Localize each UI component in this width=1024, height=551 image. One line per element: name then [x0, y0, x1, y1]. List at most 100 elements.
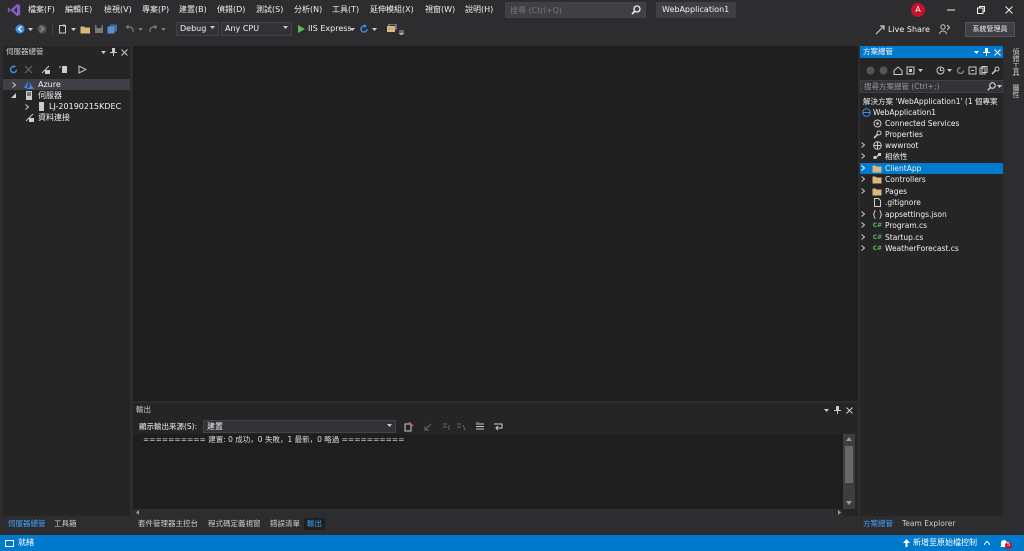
arrow-up-icon[interactable]	[902, 538, 910, 548]
collapse-all-icon[interactable]	[967, 65, 977, 75]
tab-properties[interactable]: 屬性	[1010, 84, 1020, 98]
chevron-expanded-icon[interactable]	[11, 93, 16, 98]
scroll-left-icon[interactable]	[135, 510, 139, 515]
dropdown-arrow-icon[interactable]	[70, 23, 76, 35]
pin-icon[interactable]	[982, 48, 990, 56]
chevron-right-icon[interactable]	[861, 142, 865, 148]
menu-view[interactable]: 檢視(V)	[104, 3, 132, 17]
pin-icon[interactable]	[109, 48, 117, 56]
search-icon[interactable]	[986, 82, 996, 91]
back-navigate-icon[interactable]	[14, 23, 26, 35]
solution-root-item[interactable]: 解決方案 'WebApplication1' (1 個專案	[860, 96, 1003, 107]
dropdown-arrow-icon[interactable]	[349, 23, 355, 35]
close-icon[interactable]	[993, 48, 1001, 56]
connect-azure-icon[interactable]	[77, 64, 87, 74]
dropdown-arrow-icon[interactable]	[946, 65, 952, 75]
dropdown-arrow-icon[interactable]	[917, 65, 923, 75]
tab-server-explorer[interactable]: 伺服器總管	[5, 518, 49, 530]
go-to-build-error-icon[interactable]	[403, 421, 414, 432]
solution-item-gitignore[interactable]: .gitignore	[860, 197, 1003, 208]
solution-item-properties[interactable]: Properties	[860, 129, 1003, 140]
solution-search-input[interactable]: 搜尋方案總管 (Ctrl+;)	[860, 80, 1003, 93]
sync-icon[interactable]	[955, 65, 965, 75]
scrollbar-thumb[interactable]	[845, 446, 853, 483]
new-project-icon[interactable]	[57, 23, 69, 35]
connect-database-icon[interactable]	[40, 64, 50, 74]
solution-item-appsettings[interactable]: appsettings.json	[860, 209, 1003, 220]
close-icon[interactable]	[845, 406, 853, 414]
menu-debug[interactable]: 偵錯(D)	[217, 3, 245, 17]
open-folder-icon[interactable]	[79, 23, 91, 35]
solution-item-startup-cs[interactable]: C# Startup.cs	[860, 232, 1003, 243]
chevron-right-icon[interactable]	[861, 234, 865, 240]
close-button[interactable]	[994, 0, 1024, 20]
next-message-icon[interactable]	[441, 421, 452, 432]
menu-project[interactable]: 專案(P)	[142, 3, 169, 17]
chevron-right-icon[interactable]	[861, 211, 865, 217]
tree-item-servers[interactable]: 伺服器	[3, 90, 130, 101]
dropdown-arrow-icon[interactable]	[27, 23, 33, 35]
show-all-files-icon[interactable]	[978, 65, 988, 75]
menu-file[interactable]: 檔案(F)	[28, 3, 55, 17]
chevron-up-icon[interactable]	[984, 540, 990, 546]
menu-extensions[interactable]: 延伸模組(X)	[370, 3, 414, 17]
solution-item-clientapp[interactable]: ClientApp	[860, 163, 1003, 174]
project-item[interactable]: WebApplication1	[860, 107, 1003, 118]
toolbar-overflow-icon[interactable]	[398, 28, 404, 36]
chevron-right-icon[interactable]	[861, 222, 865, 228]
forward-navigate-icon[interactable]	[36, 23, 48, 35]
dropdown-arrow-icon[interactable]	[823, 407, 829, 413]
solution-item-dependencies[interactable]: 相依性	[860, 151, 1003, 162]
chevron-right-icon[interactable]	[861, 245, 865, 251]
chevron-right-icon[interactable]	[11, 81, 16, 88]
back-icon[interactable]	[865, 65, 875, 75]
tab-code-definition-window[interactable]: 程式碼定義視窗	[205, 518, 264, 530]
scroll-down-icon[interactable]	[846, 501, 852, 505]
menu-window[interactable]: 視窗(W)	[425, 3, 455, 17]
dropdown-arrow-icon[interactable]	[160, 23, 166, 35]
refresh-icon[interactable]	[8, 64, 18, 74]
quick-search-box[interactable]	[505, 2, 646, 18]
solution-item-weatherforecast-cs[interactable]: C# WeatherForecast.cs	[860, 243, 1003, 254]
chevron-right-icon[interactable]	[861, 165, 865, 171]
chevron-right-icon[interactable]	[861, 153, 865, 159]
properties-wrench-icon[interactable]	[990, 65, 1000, 75]
start-debugging-button[interactable]: IIS Express	[296, 22, 352, 36]
pin-icon[interactable]	[833, 406, 841, 414]
chevron-right-icon[interactable]	[24, 103, 29, 110]
output-horizontal-scrollbar[interactable]	[133, 509, 843, 516]
save-all-icon[interactable]	[106, 23, 118, 35]
solution-item-pages[interactable]: Pages	[860, 186, 1003, 197]
forward-icon[interactable]	[878, 65, 888, 75]
tab-solution-explorer[interactable]: 方案總管	[860, 518, 896, 530]
tree-item-data-connections[interactable]: 資料連接	[3, 112, 130, 123]
browser-link-icon[interactable]	[385, 23, 397, 35]
menu-edit[interactable]: 編輯(E)	[65, 3, 92, 17]
dropdown-arrow-icon[interactable]	[100, 49, 106, 55]
menu-test[interactable]: 測試(S)	[256, 3, 283, 17]
output-text-area[interactable]	[133, 434, 843, 509]
menu-help[interactable]: 說明(H)	[465, 3, 493, 17]
tab-debugger[interactable]: 偵錯工具	[1010, 48, 1020, 76]
output-scrollbar[interactable]	[843, 434, 855, 509]
feedback-person-icon[interactable]	[938, 23, 950, 36]
pending-changes-filter-icon[interactable]	[935, 65, 945, 75]
refresh-browser-icon[interactable]	[358, 23, 370, 35]
menu-build[interactable]: 建置(B)	[179, 3, 207, 17]
solution-platform-select[interactable]: Any CPU	[221, 22, 292, 36]
tab-toolbox[interactable]: 工具箱	[51, 518, 80, 530]
dropdown-arrow-icon[interactable]	[137, 23, 143, 35]
editor-area[interactable]	[133, 46, 858, 401]
live-share-label[interactable]: Live Share	[888, 24, 930, 36]
quick-search-input[interactable]	[510, 4, 626, 16]
menu-tools[interactable]: 工具(T)	[332, 3, 359, 17]
live-share-icon[interactable]	[874, 24, 886, 36]
undo-icon[interactable]	[124, 23, 136, 35]
solution-item-wwwroot[interactable]: wwwroot	[860, 140, 1003, 151]
restore-button[interactable]	[966, 0, 996, 20]
tree-item-azure[interactable]: Azure	[3, 79, 130, 90]
switch-views-icon[interactable]	[905, 65, 915, 75]
solution-item-connected-services[interactable]: Connected Services	[860, 118, 1003, 129]
output-source-select[interactable]: 建置	[203, 420, 396, 433]
scroll-right-icon[interactable]	[837, 510, 841, 515]
